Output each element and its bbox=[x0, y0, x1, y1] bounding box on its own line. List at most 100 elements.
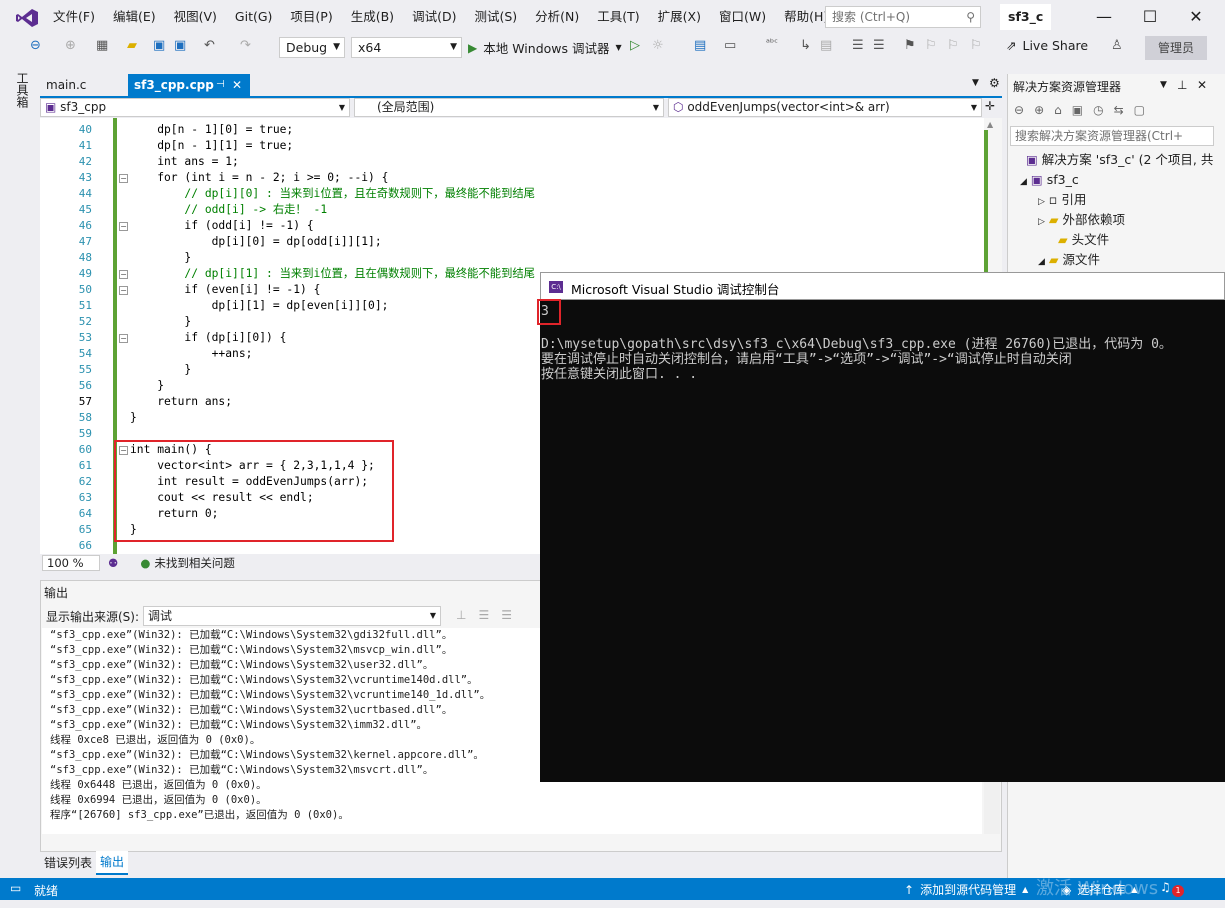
undo-icon[interactable]: ↶ bbox=[204, 38, 215, 53]
tree-item-header-files[interactable]: ▰ 头文件 bbox=[1058, 230, 1109, 250]
tab-sf3-cpp[interactable]: sf3_cpp.cpp ⊣ ✕ bbox=[128, 74, 250, 96]
menu-analyze[interactable]: 分析(N) bbox=[526, 0, 588, 34]
tab-overflow-icon[interactable]: ▼ bbox=[972, 78, 979, 88]
find-message-icon[interactable]: ⊥ bbox=[456, 608, 466, 622]
menu-build[interactable]: 生成(B) bbox=[342, 0, 403, 34]
collapse-icon[interactable]: − bbox=[119, 222, 128, 231]
live-share-button[interactable]: ⇗ Live Share bbox=[1006, 38, 1088, 53]
menu-extensions[interactable]: 扩展(X) bbox=[649, 0, 710, 34]
pin-icon[interactable]: ⊥ bbox=[1177, 78, 1187, 92]
save-all-icon[interactable]: ▣ bbox=[174, 38, 186, 53]
tree-item-external-deps[interactable]: ▷ ▰ 外部依赖项 bbox=[1038, 210, 1125, 232]
up-arrow-icon: ↑ bbox=[904, 882, 915, 897]
collapse-all-icon[interactable]: ▢ bbox=[1134, 103, 1145, 117]
prev-message-icon[interactable]: ☰ bbox=[478, 608, 489, 622]
prev-bookmark-icon[interactable]: ⚐ bbox=[925, 38, 937, 53]
layout-icon[interactable]: ▭ bbox=[724, 38, 736, 53]
menu-git[interactable]: Git(G) bbox=[226, 0, 282, 34]
zoom-select[interactable]: 100 % bbox=[42, 555, 100, 571]
format-icon[interactable]: ▤ bbox=[820, 38, 832, 53]
pin-icon[interactable]: ⊣ bbox=[216, 74, 225, 96]
new-item-icon[interactable]: ▦ bbox=[96, 38, 108, 53]
admin-badge[interactable]: 管理员 bbox=[1145, 36, 1207, 60]
line-number: 50 bbox=[78, 283, 92, 296]
menu-edit[interactable]: 编辑(E) bbox=[104, 0, 165, 34]
tab-error-list[interactable]: 错误列表 bbox=[40, 852, 96, 874]
redo-icon[interactable]: ↷ bbox=[240, 38, 251, 53]
start-without-debugging-icon[interactable]: ▷ bbox=[630, 38, 640, 53]
spellcheck-icon[interactable]: ᵃᵇᶜ bbox=[766, 38, 778, 49]
issues-status[interactable]: 未找到相关问题 bbox=[154, 555, 235, 571]
clear-bookmarks-icon[interactable]: ⚐ bbox=[970, 38, 982, 53]
home-icon[interactable]: ⌂ bbox=[1054, 103, 1062, 117]
save-icon[interactable]: ▣ bbox=[153, 38, 165, 53]
scope-dropdown[interactable]: (全局范围) ▼ bbox=[354, 98, 664, 117]
tree-item-project[interactable]: ◢ ▣ sf3_c bbox=[1020, 170, 1079, 192]
step-icon[interactable]: ↳ bbox=[800, 38, 811, 53]
forward-icon[interactable]: ⊕ bbox=[1034, 103, 1044, 117]
uncomment-icon[interactable]: ☰ bbox=[873, 38, 885, 53]
solution-search-input[interactable]: 搜索解决方案资源管理器(Ctrl+ bbox=[1010, 126, 1214, 146]
check-icon: ● bbox=[140, 556, 151, 570]
intellicode-icon[interactable]: ⚉ bbox=[108, 556, 118, 570]
back-icon[interactable]: ⊖ bbox=[1014, 103, 1024, 117]
history-icon[interactable]: ◷ bbox=[1093, 103, 1103, 117]
tab-output[interactable]: 输出 bbox=[96, 851, 129, 875]
menu-view[interactable]: 视图(V) bbox=[165, 0, 226, 34]
project-dropdown[interactable]: ▣ sf3_cpp ▼ bbox=[40, 98, 350, 117]
menu-file[interactable]: 文件(F) bbox=[44, 0, 104, 34]
collapse-icon[interactable]: − bbox=[119, 286, 128, 295]
hot-reload-icon[interactable]: ☼ bbox=[652, 38, 664, 53]
menu-test[interactable]: 测试(S) bbox=[465, 0, 526, 34]
line-number: 40 bbox=[78, 123, 92, 136]
scroll-up-icon[interactable]: ▲ bbox=[987, 120, 993, 129]
switch-views-icon[interactable]: ▣ bbox=[1072, 103, 1083, 117]
menu-tools[interactable]: 工具(T) bbox=[588, 0, 648, 34]
search-icon: ⚲ bbox=[966, 10, 975, 24]
tree-item-solution[interactable]: ▣ 解决方案 'sf3_c' (2 个项目, 共 bbox=[1026, 150, 1213, 170]
split-icon[interactable]: ✛ bbox=[985, 99, 995, 113]
open-folder-icon[interactable]: ▰ bbox=[127, 38, 137, 53]
close-panel-icon[interactable]: ✕ bbox=[1197, 78, 1207, 92]
feedback-icon[interactable]: ♙ bbox=[1111, 38, 1123, 53]
tree-item-source-files[interactable]: ◢ ▰ 源文件 bbox=[1038, 250, 1100, 272]
console-app-icon: C:\ bbox=[549, 281, 563, 293]
tree-item-references[interactable]: ▷ ▫ 引用 bbox=[1038, 190, 1086, 212]
forward-icon[interactable]: ⊕ bbox=[65, 38, 76, 53]
comment-icon[interactable]: ☰ bbox=[852, 38, 864, 53]
back-icon[interactable]: ⊖ bbox=[30, 38, 41, 53]
activation-watermark: 激活 Windows bbox=[1036, 878, 1159, 899]
console-line: D:\mysetup\gopath\src\dsy\sf3_c\x64\Debu… bbox=[541, 337, 1172, 352]
menu-project[interactable]: 项目(P) bbox=[281, 0, 341, 34]
toolbox-tab[interactable]: 工具箱 bbox=[14, 72, 29, 108]
panel-dropdown-icon[interactable]: ▼ bbox=[1160, 80, 1167, 90]
output-source-select[interactable]: 调试 ▼ bbox=[143, 606, 441, 626]
maximize-button[interactable]: ☐ bbox=[1127, 0, 1173, 34]
notification-bell-icon[interactable]: ♫ bbox=[1160, 880, 1171, 894]
output-toolbar: ⊥ ☰ ☰ bbox=[456, 608, 512, 622]
menu-window[interactable]: 窗口(W) bbox=[710, 0, 775, 34]
line-number: 55 bbox=[78, 363, 92, 376]
add-to-source-control[interactable]: ↑ 添加到源代码管理 ▲ bbox=[904, 881, 1028, 898]
member-dropdown[interactable]: ⬡ oddEvenJumps(vector<int>& arr) ▼ bbox=[668, 98, 982, 117]
minimize-button[interactable]: — bbox=[1081, 0, 1127, 34]
bookmark-icon[interactable]: ⚑ bbox=[904, 38, 916, 53]
platform-select[interactable]: x64 ▼ bbox=[351, 37, 462, 58]
browse-icon[interactable]: ▤ bbox=[694, 38, 706, 53]
next-message-icon[interactable]: ☰ bbox=[501, 608, 512, 622]
next-bookmark-icon[interactable]: ⚐ bbox=[947, 38, 959, 53]
configuration-select[interactable]: Debug ▼ bbox=[279, 37, 345, 58]
search-input[interactable]: 搜索 (Ctrl+Q) ⚲ bbox=[825, 6, 981, 28]
close-tab-icon[interactable]: ✕ bbox=[232, 74, 242, 96]
collapse-icon[interactable]: − bbox=[119, 270, 128, 279]
settings-icon[interactable]: ⚙ bbox=[989, 76, 1000, 90]
close-window-button[interactable]: ✕ bbox=[1173, 0, 1219, 34]
solution-name-badge: sf3_c bbox=[1000, 4, 1052, 30]
start-debugging-button[interactable]: ▶ 本地 Windows 调试器 ▼ bbox=[468, 38, 622, 57]
code-line: } bbox=[130, 411, 137, 424]
sync-icon[interactable]: ⇆ bbox=[1114, 103, 1124, 117]
collapse-icon[interactable]: − bbox=[119, 334, 128, 343]
collapse-icon[interactable]: − bbox=[119, 174, 128, 183]
tab-main-c[interactable]: main.c bbox=[40, 74, 128, 96]
menu-debug[interactable]: 调试(D) bbox=[403, 0, 465, 34]
